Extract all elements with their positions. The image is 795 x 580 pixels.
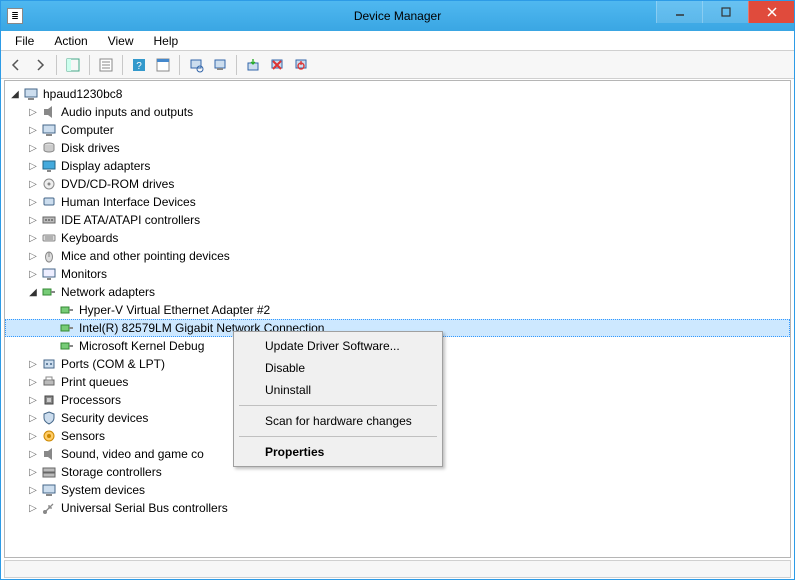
expand-icon[interactable]: ▷: [25, 500, 41, 516]
expand-icon[interactable]: ▷: [25, 194, 41, 210]
tree-device-hyperv[interactable]: Hyper-V Virtual Ethernet Adapter #2: [5, 301, 790, 319]
minimize-button[interactable]: [656, 1, 702, 23]
tree-item-label: Microsoft Kernel Debug: [79, 339, 204, 353]
statusbar: [4, 560, 791, 578]
toolbar: ?: [1, 51, 794, 79]
tree-item-label: Ports (COM & LPT): [61, 357, 165, 371]
expand-icon[interactable]: ▷: [25, 230, 41, 246]
devices-printers-button[interactable]: [209, 54, 231, 76]
expand-icon[interactable]: ▷: [25, 392, 41, 408]
help-button[interactable]: ?: [128, 54, 150, 76]
tree-category-kbd[interactable]: ▷ Keyboards: [5, 229, 790, 247]
expand-icon[interactable]: ▷: [25, 428, 41, 444]
scan-hardware-button[interactable]: [185, 54, 207, 76]
menu-action[interactable]: Action: [44, 32, 97, 50]
toolbar-separator: [236, 55, 237, 75]
tree-item-label: Security devices: [61, 411, 148, 425]
tree-item-label: Mice and other pointing devices: [61, 249, 230, 263]
toolbar-separator: [122, 55, 123, 75]
tree-item-label: Hyper-V Virtual Ethernet Adapter #2: [79, 303, 270, 317]
expand-icon[interactable]: ▷: [25, 482, 41, 498]
tree-item-label: Computer: [61, 123, 114, 137]
tree-category-dvd[interactable]: ▷ DVD/CD-ROM drives: [5, 175, 790, 193]
uninstall-button[interactable]: [266, 54, 288, 76]
tree-item-label: Monitors: [61, 267, 107, 281]
tree-item-label: DVD/CD-ROM drives: [61, 177, 174, 191]
collapse-icon[interactable]: ◢: [7, 86, 23, 102]
ctx-scan[interactable]: Scan for hardware changes: [237, 410, 439, 432]
expand-icon[interactable]: ▷: [25, 356, 41, 372]
update-driver-button[interactable]: [242, 54, 264, 76]
expand-icon[interactable]: ▷: [25, 266, 41, 282]
tree-item-label: Print queues: [61, 375, 128, 389]
expand-icon[interactable]: ▷: [25, 374, 41, 390]
tree-item-label: Audio inputs and outputs: [61, 105, 193, 119]
ctx-separator: [239, 436, 437, 437]
expand-icon[interactable]: ▷: [25, 248, 41, 264]
tree-item-label: Network adapters: [61, 285, 155, 299]
disable-button[interactable]: [290, 54, 312, 76]
tree-category-disk[interactable]: ▷ Disk drives: [5, 139, 790, 157]
ctx-separator: [239, 405, 437, 406]
tree-category-ide[interactable]: ▷ IDE ATA/ATAPI controllers: [5, 211, 790, 229]
collapse-icon[interactable]: ◢: [25, 284, 41, 300]
toolbar-separator: [56, 55, 57, 75]
tree-category-computer[interactable]: ▷ Computer: [5, 121, 790, 139]
toolbar-separator: [179, 55, 180, 75]
ctx-disable[interactable]: Disable: [237, 357, 439, 379]
forward-button[interactable]: [29, 54, 51, 76]
tree-category-net[interactable]: ◢ Network adapters: [5, 283, 790, 301]
tree-item-label: Sensors: [61, 429, 105, 443]
tree-category-audio[interactable]: ▷ Audio inputs and outputs: [5, 103, 790, 121]
tree-item-label: Keyboards: [61, 231, 118, 245]
expand-icon[interactable]: ▷: [25, 104, 41, 120]
tree-item-label: Disk drives: [61, 141, 120, 155]
tree-category-sys[interactable]: ▷ System devices: [5, 481, 790, 499]
show-hide-tree-button[interactable]: [62, 54, 84, 76]
toolbar-separator: [89, 55, 90, 75]
expand-icon[interactable]: ▷: [25, 176, 41, 192]
app-icon: ≣: [7, 8, 23, 24]
expand-icon[interactable]: ▷: [25, 158, 41, 174]
tree-item-label: IDE ATA/ATAPI controllers: [61, 213, 200, 227]
tree-root[interactable]: ◢ hpaud1230bc8: [5, 85, 790, 103]
tree-category-usb[interactable]: ▷ Universal Serial Bus controllers: [5, 499, 790, 517]
menu-view[interactable]: View: [98, 32, 144, 50]
properties-button[interactable]: [95, 54, 117, 76]
tree-item-label: Universal Serial Bus controllers: [61, 501, 228, 515]
menu-file[interactable]: File: [5, 32, 44, 50]
back-button[interactable]: [5, 54, 27, 76]
tree-item-label: Display adapters: [61, 159, 150, 173]
close-button[interactable]: [748, 1, 794, 23]
expand-icon[interactable]: ▷: [25, 140, 41, 156]
expand-icon[interactable]: ▷: [25, 410, 41, 426]
tree-item-label: Human Interface Devices: [61, 195, 196, 209]
tree-category-monitors[interactable]: ▷ Monitors: [5, 265, 790, 283]
ctx-uninstall[interactable]: Uninstall: [237, 379, 439, 401]
device-tree-panel[interactable]: ◢hpaud1230bc8▷Audio inputs and outputs▷C…: [4, 80, 791, 558]
tree-item-label: Sound, video and game co: [61, 447, 204, 461]
ctx-update-driver[interactable]: Update Driver Software...: [237, 335, 439, 357]
tree-category-hid[interactable]: ▷ Human Interface Devices: [5, 193, 790, 211]
svg-text:?: ?: [136, 61, 142, 72]
tree-item-label: System devices: [61, 483, 145, 497]
tree-item-label: Processors: [61, 393, 121, 407]
expand-icon[interactable]: ▷: [25, 212, 41, 228]
action-button[interactable]: [152, 54, 174, 76]
titlebar: ≣ Device Manager: [1, 1, 794, 31]
ctx-properties[interactable]: Properties: [237, 441, 439, 463]
maximize-button[interactable]: [702, 1, 748, 23]
tree-item-label: hpaud1230bc8: [43, 87, 122, 101]
menu-help[interactable]: Help: [144, 32, 189, 50]
context-menu: Update Driver Software... Disable Uninst…: [233, 331, 443, 467]
expand-icon[interactable]: ▷: [25, 122, 41, 138]
expand-icon[interactable]: ▷: [25, 464, 41, 480]
tree-category-mice[interactable]: ▷ Mice and other pointing devices: [5, 247, 790, 265]
expand-icon[interactable]: ▷: [25, 446, 41, 462]
tree-item-label: Storage controllers: [61, 465, 162, 479]
tree-category-display[interactable]: ▷ Display adapters: [5, 157, 790, 175]
menubar: File Action View Help: [1, 31, 794, 51]
